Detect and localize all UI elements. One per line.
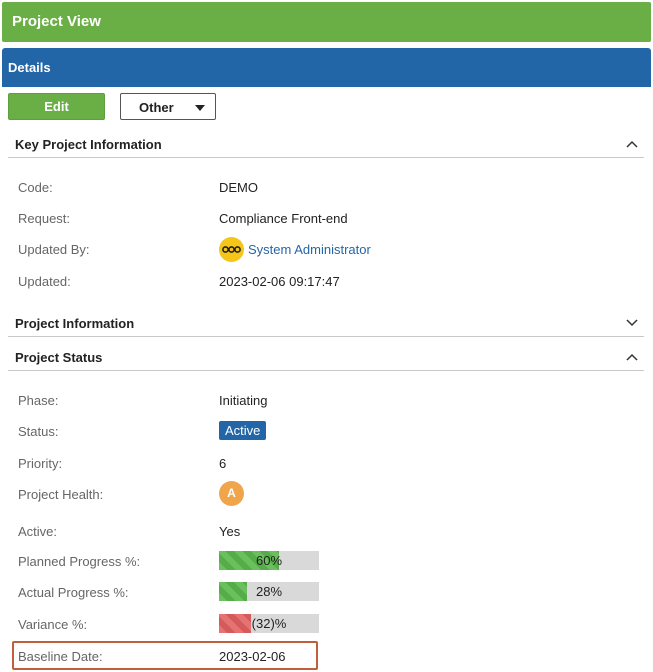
field-row-updated: Updated: 2023-02-06 09:17:47 [18, 271, 638, 291]
progress-text: 60% [255, 553, 283, 568]
field-value: 6 [219, 456, 227, 471]
page-title: Project View [12, 13, 101, 30]
health-indicator: A [219, 481, 244, 506]
field-value: Initiating [219, 393, 268, 408]
field-row-priority: Priority: 6 [18, 453, 638, 473]
field-label: Priority: [18, 456, 63, 471]
caret-down-icon [195, 105, 205, 111]
field-label: Request: [18, 211, 71, 226]
field-label: Code: [18, 180, 53, 195]
other-button-label: Other [139, 100, 174, 115]
field-label: Active: [18, 524, 58, 539]
field-value: Compliance Front-end [219, 211, 348, 226]
field-label: Updated By: [18, 242, 90, 257]
section-project-information[interactable]: Project Information [8, 313, 644, 337]
field-label: Phase: [18, 393, 59, 408]
field-row-phase: Phase: Initiating [18, 390, 638, 410]
field-row-updated-by: Updated By: System Administrator [18, 237, 638, 262]
section-title: Key Project Information [15, 137, 162, 152]
field-row-baseline-date: Baseline Date: 2023-02-06 [18, 646, 638, 666]
chevron-down-icon[interactable] [626, 319, 638, 327]
actual-progress-bar: 28% [219, 582, 319, 601]
field-label: Status: [18, 424, 59, 439]
field-row-variance: Variance %: (32)% [18, 614, 638, 634]
section-title: Project Status [15, 350, 103, 365]
details-panel-header: Details [2, 48, 651, 87]
field-label: Planned Progress %: [18, 554, 141, 569]
field-label: Updated: [18, 274, 71, 289]
field-value: 2023-02-06 09:17:47 [219, 274, 340, 289]
user-avatar-icon [219, 237, 244, 262]
chevron-up-icon[interactable] [626, 353, 638, 361]
other-dropdown-button[interactable]: Other [120, 93, 216, 120]
field-row-project-health: Project Health: A [18, 481, 638, 506]
field-row-actual-progress: Actual Progress %: 28% [18, 582, 638, 602]
progress-text: 28% [255, 584, 283, 599]
field-value: Yes [219, 524, 241, 539]
field-row-code: Code: DEMO [18, 177, 638, 197]
status-badge: Active [219, 421, 267, 440]
field-label: Actual Progress %: [18, 585, 129, 600]
field-label: Variance %: [18, 617, 88, 632]
user-avatar-glyph [222, 246, 241, 253]
field-row-status: Status: Active [18, 421, 638, 441]
field-label: Project Health: [18, 487, 104, 502]
field-row-request: Request: Compliance Front-end [18, 208, 638, 228]
field-value: DEMO [219, 180, 258, 195]
field-label: Baseline Date: [18, 649, 103, 664]
details-title: Details [8, 60, 51, 75]
planned-progress-bar: 60% [219, 551, 319, 570]
chevron-up-icon[interactable] [626, 140, 638, 148]
field-value: 2023-02-06 [219, 649, 286, 664]
section-title: Project Information [15, 316, 135, 331]
updated-by-user-link[interactable]: System Administrator [248, 242, 371, 257]
field-row-planned-progress: Planned Progress %: 60% [18, 551, 638, 571]
field-row-active: Active: Yes [18, 521, 638, 541]
variance-bar: (32)% [219, 614, 319, 633]
progress-text: (32)% [251, 616, 287, 631]
page-header: Project View [2, 2, 651, 42]
section-project-status[interactable]: Project Status [8, 347, 644, 371]
section-key-project-information[interactable]: Key Project Information [8, 134, 644, 158]
edit-button[interactable]: Edit [8, 93, 105, 120]
